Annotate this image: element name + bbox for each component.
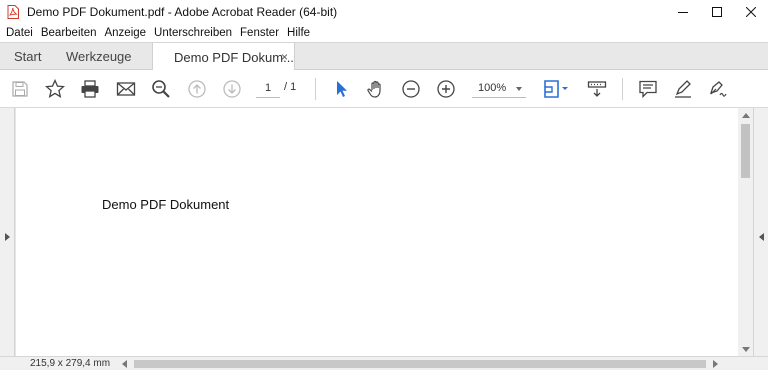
- scroll-down-icon[interactable]: [742, 347, 750, 352]
- hand-tool-button[interactable]: [366, 79, 386, 99]
- scroll-mode-button[interactable]: [587, 79, 607, 99]
- toolbar: 1 / 1 100%: [0, 70, 768, 108]
- email-button[interactable]: [116, 79, 136, 99]
- scroll-up-icon[interactable]: [742, 113, 750, 118]
- menu-anzeige[interactable]: Anzeige: [104, 27, 146, 39]
- fit-page-icon: [544, 80, 568, 98]
- menu-datei[interactable]: Datei: [6, 27, 33, 39]
- document-text: Demo PDF Dokument: [102, 197, 230, 212]
- tab-tools[interactable]: Werkzeuge: [66, 43, 132, 70]
- vertical-scroll-thumb[interactable]: [741, 124, 750, 178]
- select-cursor-icon: [337, 81, 347, 97]
- page-down-icon: [223, 80, 241, 98]
- horizontal-scroll-thumb[interactable]: [134, 360, 706, 368]
- tab-document[interactable]: Demo PDF Dokum... ×: [152, 43, 295, 71]
- print-button[interactable]: [80, 79, 100, 99]
- minimize-button[interactable]: [666, 0, 700, 24]
- minimize-icon: [678, 12, 688, 13]
- acrobat-pdf-icon: [7, 5, 19, 19]
- chevron-right-icon: [5, 233, 10, 241]
- right-panel-toggle[interactable]: [753, 108, 768, 356]
- chevron-left-icon: [759, 233, 764, 241]
- left-panel-toggle[interactable]: [0, 108, 15, 356]
- fit-page-button[interactable]: [542, 79, 570, 99]
- tab-close-button[interactable]: ×: [281, 50, 288, 64]
- menu-unterschreiben[interactable]: Unterschreiben: [154, 27, 232, 39]
- title-bar: Demo PDF Dokument.pdf - Adobe Acrobat Re…: [0, 0, 768, 24]
- tab-document-label: Demo PDF Dokum...: [174, 49, 294, 65]
- menu-bar: Datei Bearbeiten Anzeige Unterschreiben …: [0, 24, 768, 42]
- scroll-right-icon[interactable]: [713, 360, 718, 368]
- mail-icon: [116, 82, 136, 96]
- sign-button[interactable]: [708, 79, 728, 99]
- page-number-input[interactable]: 1: [256, 79, 280, 98]
- chevron-down-icon: [516, 87, 522, 91]
- toolbar-divider: [622, 78, 623, 100]
- sign-icon: [709, 81, 727, 97]
- zoom-select[interactable]: 100%: [472, 79, 526, 98]
- tab-bar: Start Werkzeuge Demo PDF Dokum... ×: [0, 42, 768, 71]
- hand-icon: [367, 80, 381, 98]
- print-icon: [81, 80, 99, 98]
- next-page-button[interactable]: [222, 79, 242, 99]
- page-size-label: 215,9 x 279,4 mm: [30, 358, 111, 369]
- close-window-button[interactable]: [734, 0, 768, 24]
- menu-fenster[interactable]: Fenster: [240, 27, 279, 39]
- maximize-icon: [712, 7, 722, 17]
- highlight-icon: [675, 80, 691, 98]
- scroll-left-icon[interactable]: [122, 360, 127, 368]
- tab-start[interactable]: Start: [14, 43, 41, 70]
- save-button[interactable]: [10, 79, 30, 99]
- menu-hilfe[interactable]: Hilfe: [287, 27, 310, 39]
- scroll-mode-icon: [587, 81, 607, 97]
- zoom-out-icon: [402, 80, 420, 98]
- page-up-icon: [188, 80, 206, 98]
- close-icon: [746, 7, 756, 17]
- search-zoom-icon: [152, 80, 170, 98]
- previous-page-button[interactable]: [187, 79, 207, 99]
- star-icon: [45, 79, 65, 98]
- status-bar: 215,9 x 279,4 mm: [0, 356, 768, 370]
- highlight-button[interactable]: [673, 79, 693, 99]
- toolbar-divider: [315, 78, 316, 100]
- zoom-in-button[interactable]: [436, 79, 456, 99]
- menu-bearbeiten[interactable]: Bearbeiten: [41, 27, 97, 39]
- comment-button[interactable]: [638, 79, 658, 99]
- comment-icon: [639, 80, 657, 99]
- zoom-in-icon: [437, 80, 455, 98]
- find-button[interactable]: [151, 79, 171, 99]
- zoom-value: 100%: [478, 82, 507, 94]
- maximize-button[interactable]: [700, 0, 734, 24]
- vertical-scrollbar[interactable]: [738, 108, 753, 356]
- zoom-out-button[interactable]: [401, 79, 421, 99]
- window-title: Demo PDF Dokument.pdf - Adobe Acrobat Re…: [27, 5, 338, 19]
- horizontal-scrollbar[interactable]: [120, 358, 720, 370]
- select-tool-button[interactable]: [331, 79, 351, 99]
- save-icon: [12, 81, 28, 97]
- document-area: Demo PDF Dokument 215,9 x 279,4 mm: [0, 108, 768, 370]
- pdf-page[interactable]: Demo PDF Dokument: [16, 108, 738, 356]
- bookmark-button[interactable]: [45, 79, 65, 99]
- page-total: / 1: [284, 81, 297, 93]
